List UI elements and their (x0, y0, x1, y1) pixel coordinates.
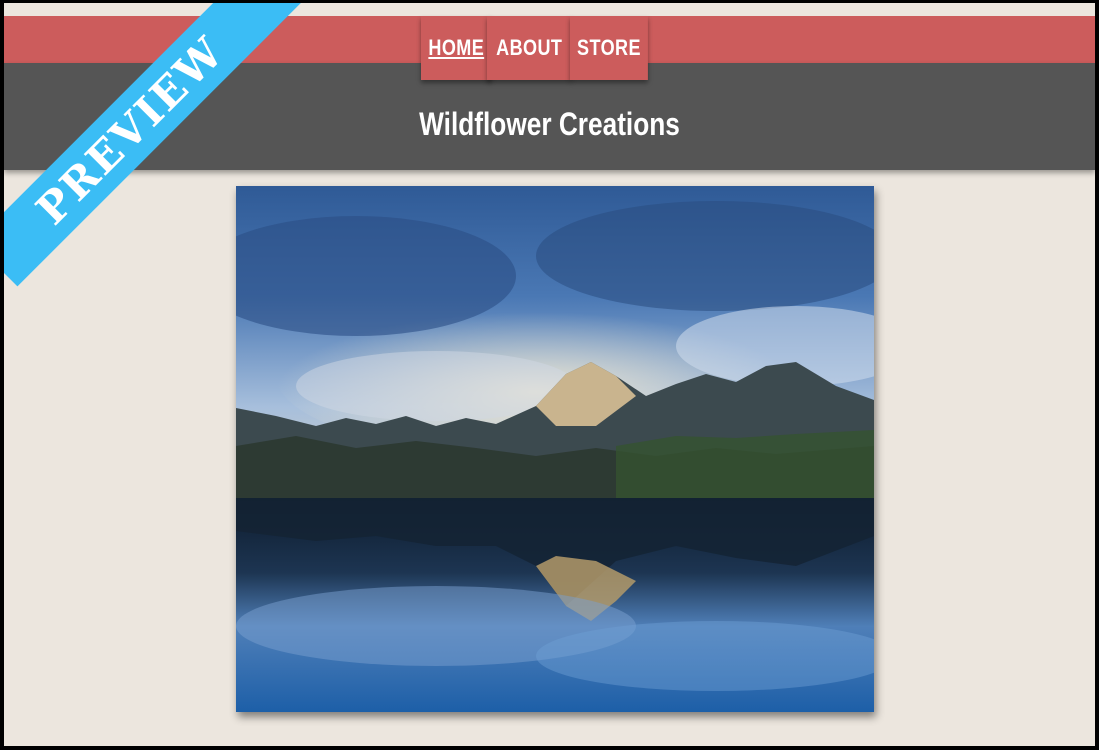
nav-item-store[interactable]: STORE (570, 16, 648, 80)
main-nav: HOME ABOUT STORE (421, 16, 667, 81)
hero-image (236, 186, 874, 712)
nav-item-label: HOME (428, 35, 485, 60)
page-frame: HOME ABOUT STORE Wildflower Creations PR… (4, 3, 1095, 746)
nav-item-label: STORE (577, 35, 641, 60)
site-title: Wildflower Creations (419, 106, 680, 142)
nav-item-home[interactable]: HOME (421, 16, 492, 80)
nav-item-about[interactable]: ABOUT (487, 16, 572, 80)
mountain-lake-image (236, 186, 874, 712)
nav-item-label: ABOUT (496, 35, 563, 60)
